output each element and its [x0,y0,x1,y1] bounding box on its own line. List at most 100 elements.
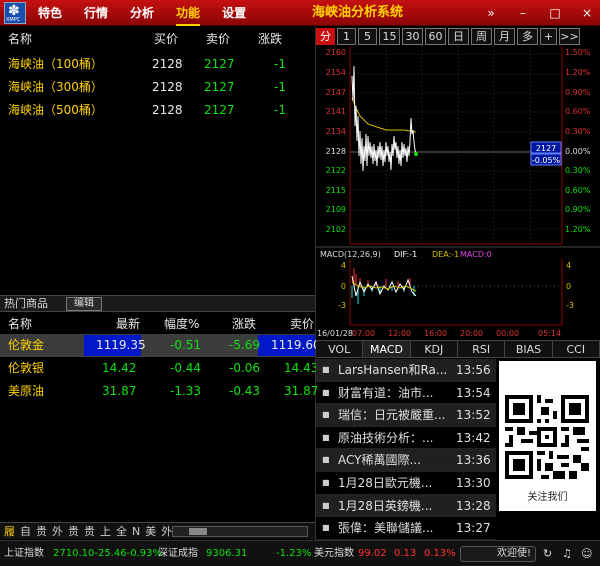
main-menu: 特色 行情 分析 功能 设置 [38,0,268,26]
period-tab[interactable]: 月 [494,28,515,45]
horizontal-scrollbar[interactable] [172,526,308,537]
user-icon[interactable]: ☺ [581,541,592,566]
expand-icon[interactable]: » [482,0,500,26]
app-logo: ✽ XMPC [4,2,26,24]
period-tab[interactable]: 多 [517,28,538,45]
period-tab[interactable]: 60 [425,28,446,45]
qr-code-panel[interactable]: 关注我们 [499,361,596,511]
menu-features[interactable]: 特色 [38,0,62,26]
list-item[interactable]: ■ 1月28日英鎊機... 13:28 [316,494,496,518]
news-list: ■ LarsHansen和Ra... 13:56 ■ 财富有道：油市... 13:54 … [316,359,496,540]
col-ask[interactable]: 卖价 [206,28,230,50]
col-bid[interactable]: 买价 [154,28,178,50]
edit-button[interactable]: 编辑 [66,297,102,311]
news-title: 财富有道：油市... [338,385,434,400]
list-item[interactable]: ■ 張偉：美聯儲議... 13:27 [316,517,496,540]
tab-vol[interactable]: VOL [316,341,364,357]
period-tab[interactable]: 1 [337,28,356,45]
close-icon[interactable]: × [578,0,596,26]
table-row[interactable]: 海峡油（300桶） 2128 2127 -1 [0,76,314,98]
minimize-icon[interactable]: – [514,0,532,26]
time-label: 16:00 [424,329,447,338]
sh-index-label[interactable]: 上证指数 [4,541,44,566]
macd-tick: 4 [341,261,346,270]
period-tab-minute[interactable]: 分 [316,28,335,45]
market-tab[interactable]: N [132,525,140,538]
tab-macd[interactable]: MACD [363,341,411,357]
period-tab[interactable]: 5 [358,28,377,45]
market-tab[interactable]: 自 [20,523,31,539]
tab-cci[interactable]: CCI [553,341,600,357]
bullet-icon: ■ [322,387,330,397]
market-tab[interactable]: 履 [4,523,15,539]
welcome-ticker[interactable]: 欢迎使! [460,546,536,562]
pct-label: 1.20% [565,68,591,77]
market-tab[interactable]: 上 [100,523,111,539]
col-change[interactable]: 涨跌 [258,28,282,50]
bell-icon[interactable]: ♫ [562,541,572,566]
macd-tick: 0 [566,282,571,291]
pct-label: 0.60% [565,107,591,116]
table-row[interactable]: 海峡油（100桶） 2128 2127 -1 [0,53,314,75]
list-item[interactable]: ■ 财富有道：油市... 13:54 [316,382,496,405]
last-value: 14.42 [102,361,137,375]
tab-kdj[interactable]: KDJ [411,341,458,357]
menu-functions[interactable]: 功能 [176,0,201,26]
next-button[interactable]: >> [559,28,580,45]
price-chart[interactable]: 2160 2154 2147 2141 2134 2128 2122 2115 … [316,46,600,340]
menu-quotes[interactable]: 行情 [84,0,108,26]
sz-index-label[interactable]: 深证成指 [158,541,198,566]
market-tab[interactable]: 美 [145,523,156,539]
market-tab[interactable]: 外 [52,523,63,539]
quote-table-header: 名称 买价 卖价 涨跌 [0,28,314,50]
col-last[interactable]: 最新 [116,313,140,335]
list-item[interactable]: ■ LarsHansen和Ra... 13:56 [316,359,496,382]
news-time: 13:28 [456,498,491,513]
pct-label: 1.50% [565,48,591,57]
list-item[interactable]: ■ ACY稀萬國際... 13:36 [316,449,496,472]
list-item[interactable]: ■ 瑞信：日元被嚴重... 13:52 [316,404,496,427]
tab-rsi[interactable]: RSI [458,341,506,357]
change-value: -1 [274,103,286,117]
usd-index-change: 0.13 [394,548,417,559]
news-title: 張偉：美聯儲議... [338,521,434,536]
col-pct[interactable]: 幅度% [164,313,199,335]
change-value: -1 [274,57,286,71]
maximize-icon[interactable]: □ [546,0,564,26]
news-time: 13:27 [456,521,491,536]
col-name[interactable]: 名称 [8,28,32,50]
market-tab[interactable]: 贵 [68,523,79,539]
list-item[interactable]: ■ 原油技術分析：... 13:42 [316,427,496,450]
table-row[interactable]: 美原油 31.87 -1.33 -0.43 31.87 [0,380,318,403]
period-tab[interactable]: 15 [379,28,400,45]
table-row[interactable]: 伦敦金 1119.35 -0.51 -5.69 1119.60 [0,334,321,357]
market-tab[interactable]: 贵 [36,523,47,539]
menu-settings[interactable]: 设置 [222,0,246,26]
price-label: 2122 [326,166,346,175]
refresh-icon[interactable]: ↻ [543,541,552,566]
col-change[interactable]: 涨跌 [232,313,256,335]
product-name: 美原油 [8,384,45,398]
list-item[interactable]: ■ 1月28日歐元機... 13:30 [316,472,496,495]
col-ask[interactable]: 卖价 [290,313,314,335]
period-tab[interactable]: 30 [402,28,423,45]
col-name[interactable]: 名称 [8,313,32,335]
market-tab[interactable]: 全 [116,523,127,539]
scrollbar-thumb[interactable] [189,528,207,535]
time-label: 05:14 [538,329,561,338]
market-tab[interactable]: 外 [161,523,172,539]
menu-analysis[interactable]: 分析 [130,0,154,26]
table-row[interactable]: 伦敦银 14.42 -0.44 -0.06 14.43 [0,357,318,380]
period-tab[interactable]: 周 [471,28,492,45]
tab-bias[interactable]: BIAS [505,341,553,357]
market-tab[interactable]: 贵 [84,523,95,539]
period-tab[interactable]: 日 [448,28,469,45]
usd-index-label[interactable]: 美元指数 [314,541,354,566]
macd-value: MACD:0 [460,250,492,259]
table-row[interactable]: 海峡油（500桶） 2128 2127 -1 [0,99,314,121]
qr-caption: 关注我们 [527,492,568,503]
zoom-in-button[interactable]: + [540,28,557,45]
ask-value: 2127 [204,57,235,71]
news-time: 13:42 [456,430,491,445]
bullet-icon: ■ [322,410,330,420]
